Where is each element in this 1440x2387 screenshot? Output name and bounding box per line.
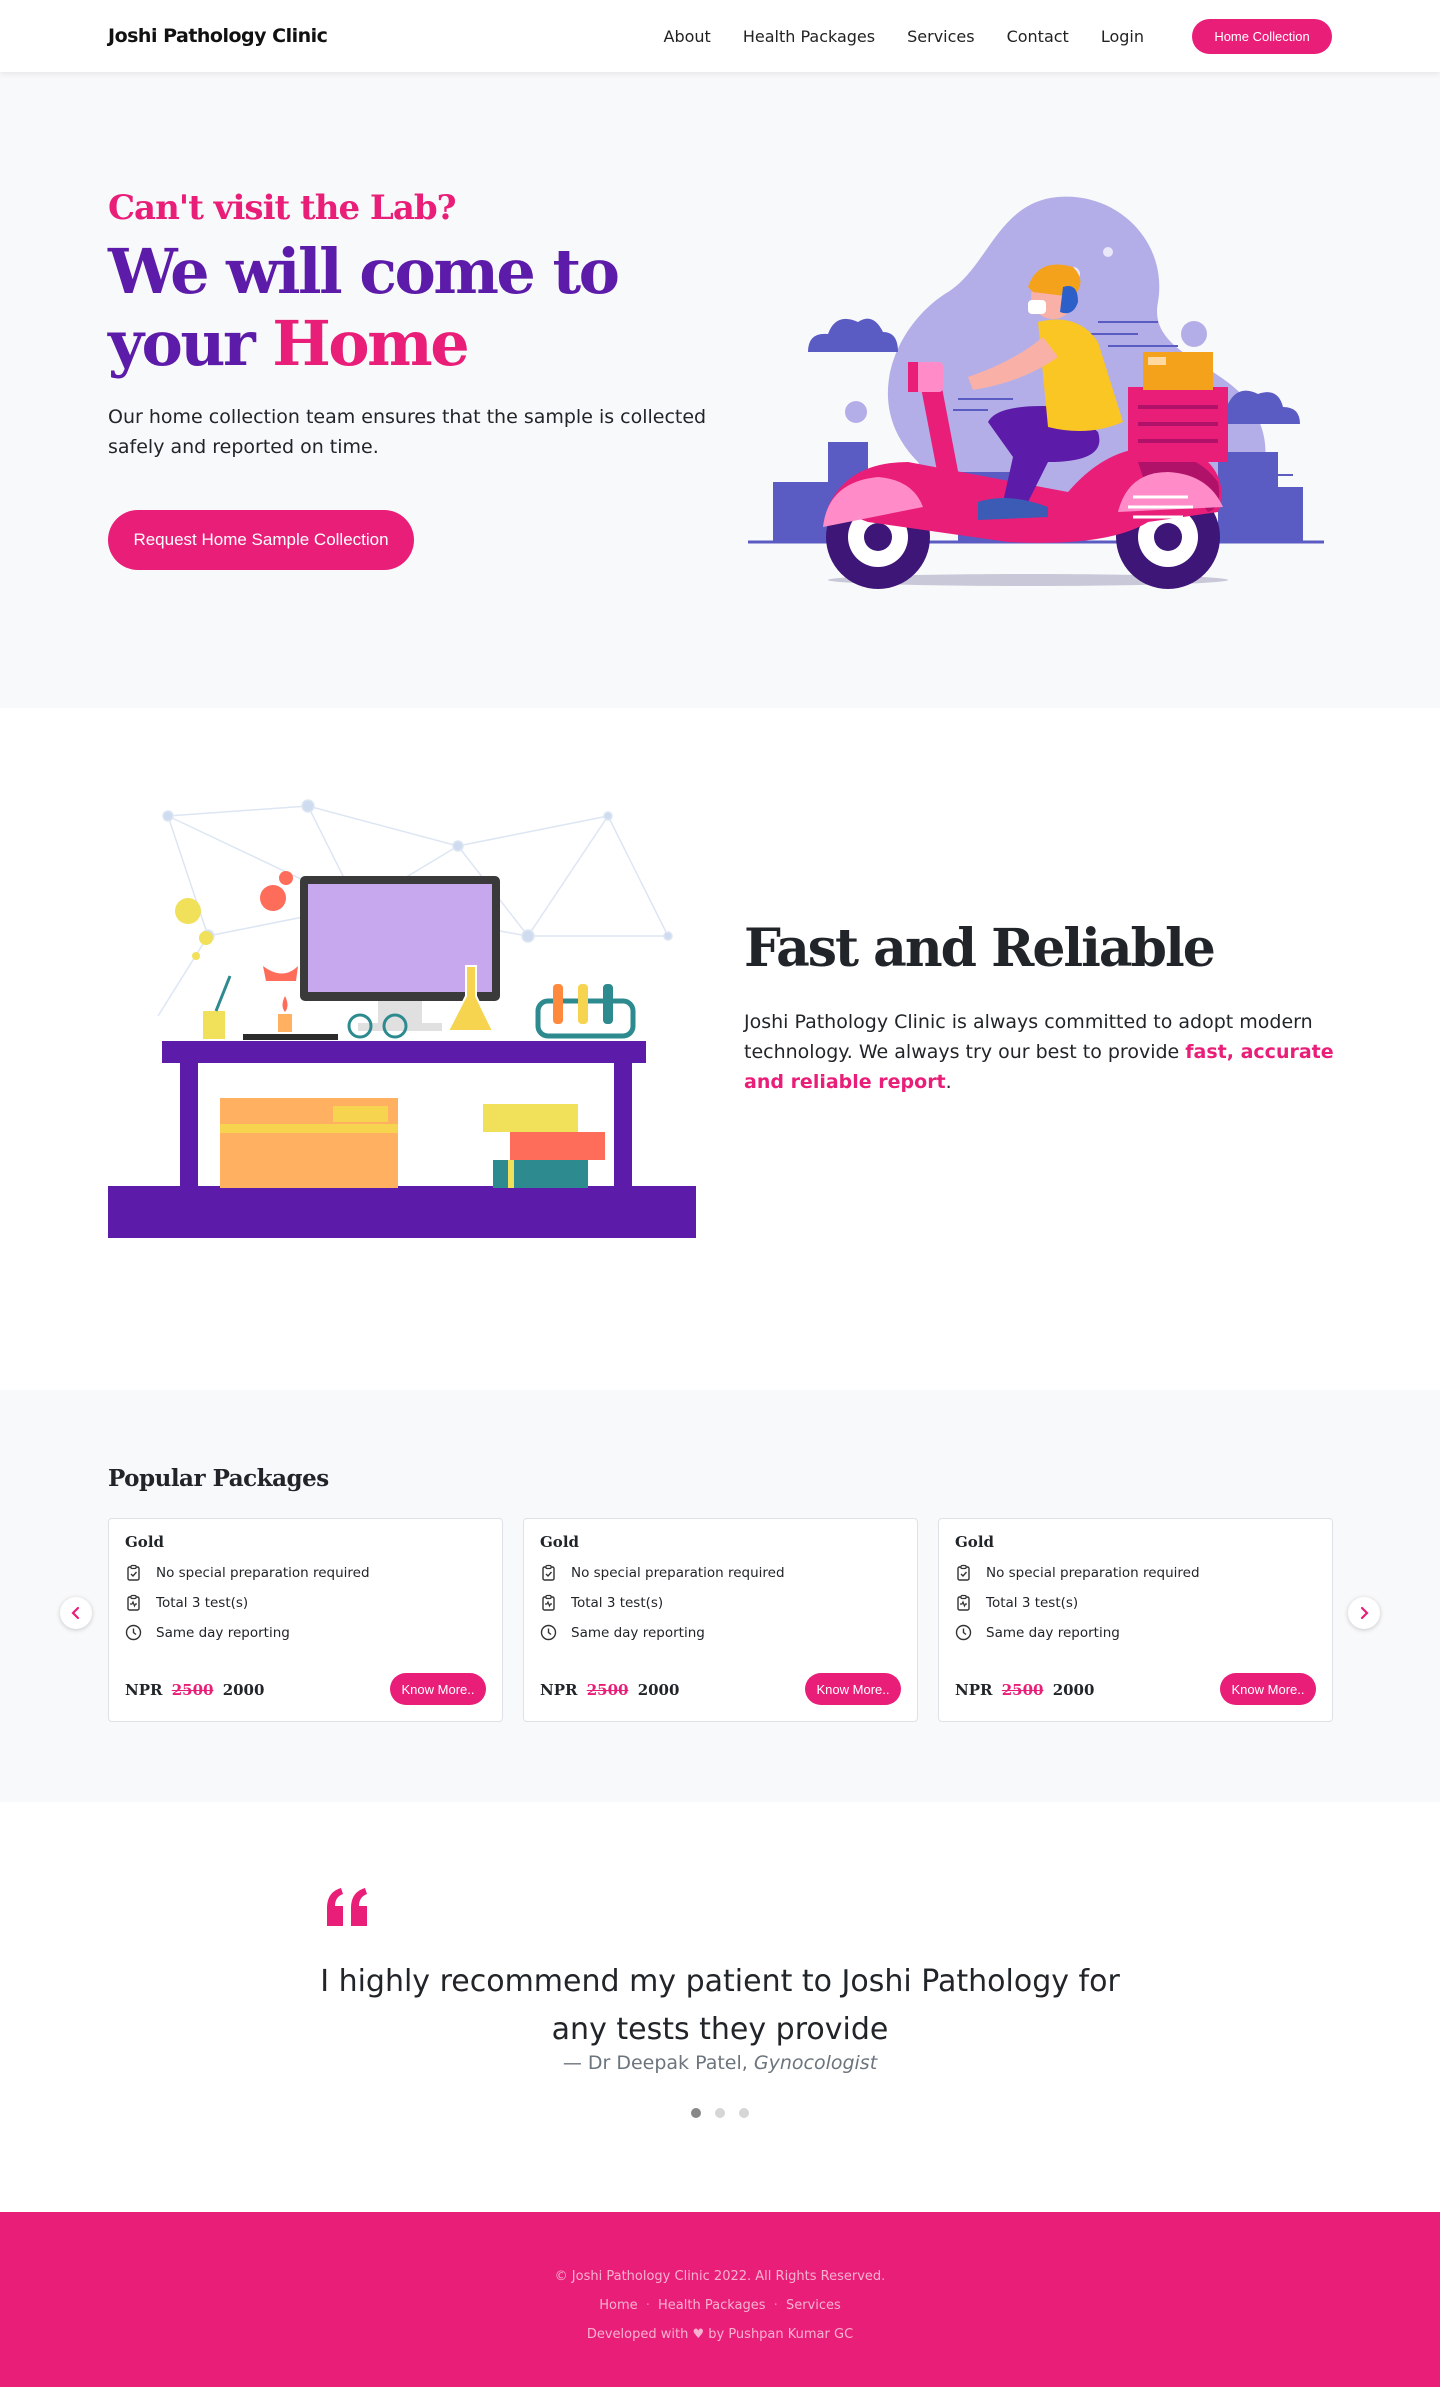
chevron-left-icon [71, 1606, 80, 1620]
clock-icon [125, 1624, 142, 1641]
package-price: NPR 2500 2000 [125, 1681, 264, 1699]
hero-title-highlight: Home [272, 307, 469, 380]
carousel-dot[interactable] [739, 2108, 749, 2118]
footer-copyright: © Joshi Pathology Clinic 2022. All Right… [554, 2269, 886, 2284]
fast-reliable-section: Fast and Reliable Joshi Pathology Clinic… [0, 708, 1440, 1390]
nav-contact[interactable]: Contact [1007, 27, 1069, 46]
testimonial-quote: I highly recommend my patient to Joshi P… [320, 1964, 1120, 2047]
feature-text: Same day reporting [156, 1624, 290, 1641]
chevron-right-icon [1360, 1606, 1369, 1620]
price-old: 2500 [586, 1681, 629, 1699]
carousel-indicators [108, 2108, 1332, 2118]
hero-section: Can't visit the Lab? We will come to you… [0, 72, 1440, 708]
clock-icon [540, 1624, 557, 1641]
nav-login[interactable]: Login [1101, 27, 1144, 46]
package-card: Gold No special preparation required Tot… [938, 1518, 1333, 1722]
quote-icon [323, 1886, 373, 1932]
nav-links: About Health Packages Services Contact L… [632, 18, 1332, 54]
request-sample-button[interactable]: Request Home Sample Collection [108, 510, 414, 570]
package-price: NPR 2500 2000 [540, 1681, 679, 1699]
clock-icon [955, 1624, 972, 1641]
footer-link-home[interactable]: Home [599, 2298, 637, 2313]
feature-text: No special preparation required [986, 1564, 1200, 1581]
footer-separator: · [773, 2298, 778, 2313]
hero-title-line1: We will come to [108, 235, 620, 308]
brand-logo[interactable]: Joshi Pathology Clinic [108, 25, 328, 47]
package-feature: Same day reporting [125, 1624, 486, 1641]
package-price: NPR 2500 2000 [955, 1681, 1094, 1699]
nav-services[interactable]: Services [907, 27, 974, 46]
clipboard-check-icon [955, 1564, 972, 1581]
package-card: Gold No special preparation required Tot… [108, 1518, 503, 1722]
testimonial-section: I highly recommend my patient to Joshi P… [0, 1802, 1440, 2212]
nav-health-packages[interactable]: Health Packages [743, 27, 875, 46]
price-current: 2000 [637, 1681, 680, 1699]
hero-title: We will come to your Home [108, 236, 728, 380]
footer-links: Home · Health Packages · Services [0, 2291, 1440, 2320]
author-name: — Dr Deepak Patel, [562, 2052, 754, 2074]
package-card: Gold No special preparation required Tot… [523, 1518, 918, 1722]
testimonial-author: — Dr Deepak Patel, Gynocologist [108, 2052, 1332, 2074]
clipboard-pulse-icon [955, 1594, 972, 1611]
carousel-prev-button[interactable] [60, 1597, 92, 1629]
know-more-button[interactable]: Know More.. [1220, 1673, 1316, 1705]
package-feature: No special preparation required [955, 1564, 1316, 1581]
price-old: 2500 [1001, 1681, 1044, 1699]
footer-link-services[interactable]: Services [786, 2298, 841, 2313]
fast-desc-end: . [945, 1071, 952, 1093]
carousel-dot[interactable] [715, 2108, 725, 2118]
feature-text: No special preparation required [571, 1564, 785, 1581]
package-feature: Total 3 test(s) [540, 1594, 901, 1611]
fast-description: Joshi Pathology Clinic is always committ… [744, 1007, 1334, 1097]
clipboard-check-icon [125, 1564, 142, 1581]
packages-section: Popular Packages Gold No special prepara… [0, 1390, 1440, 1802]
package-feature: Same day reporting [955, 1624, 1316, 1641]
price-currency: NPR [955, 1681, 993, 1699]
fast-text: Fast and Reliable Joshi Pathology Clinic… [744, 918, 1334, 1097]
feature-text: Same day reporting [571, 1624, 705, 1641]
nav-about[interactable]: About [664, 27, 711, 46]
fast-title: Fast and Reliable [744, 918, 1216, 979]
feature-text: No special preparation required [156, 1564, 370, 1581]
delivery-scooter-illustration [748, 162, 1334, 612]
price-current: 2000 [222, 1681, 265, 1699]
hero-subtitle: Can't visit the Lab? [108, 188, 457, 228]
know-more-button[interactable]: Know More.. [805, 1673, 901, 1705]
package-title: Gold [955, 1533, 995, 1551]
know-more-button[interactable]: Know More.. [390, 1673, 486, 1705]
package-feature: No special preparation required [540, 1564, 901, 1581]
feature-text: Total 3 test(s) [986, 1594, 1079, 1611]
hero-title-line2: your [108, 307, 273, 380]
package-feature: Total 3 test(s) [125, 1594, 486, 1611]
hero-description: Our home collection team ensures that th… [108, 406, 707, 458]
package-feature: Same day reporting [540, 1624, 901, 1641]
footer-credit: Developed with ♥ by Pushpan Kumar GC [586, 2327, 854, 2342]
author-role: Gynocologist [753, 2052, 878, 2074]
hero-text: Can't visit the Lab? We will come to you… [108, 188, 728, 570]
feature-text: Same day reporting [986, 1624, 1120, 1641]
package-title: Gold [125, 1533, 165, 1551]
price-current: 2000 [1052, 1681, 1095, 1699]
home-collection-button[interactable]: Home Collection [1192, 18, 1332, 54]
price-currency: NPR [540, 1681, 578, 1699]
package-feature: Total 3 test(s) [955, 1594, 1316, 1611]
clipboard-pulse-icon [125, 1594, 142, 1611]
feature-text: Total 3 test(s) [571, 1594, 664, 1611]
price-old: 2500 [171, 1681, 214, 1699]
lab-desk-illustration [108, 786, 698, 1246]
footer-link-health-packages[interactable]: Health Packages [658, 2298, 765, 2313]
package-cards: Gold No special preparation required Tot… [108, 1518, 1333, 1722]
carousel-next-button[interactable] [1348, 1597, 1380, 1629]
feature-text: Total 3 test(s) [156, 1594, 249, 1611]
navbar: Joshi Pathology Clinic About Health Pack… [0, 0, 1440, 72]
package-feature: No special preparation required [125, 1564, 486, 1581]
package-title: Gold [540, 1533, 580, 1551]
carousel-dot[interactable] [691, 2108, 701, 2118]
price-currency: NPR [125, 1681, 163, 1699]
footer-separator: · [645, 2298, 650, 2313]
clipboard-check-icon [540, 1564, 557, 1581]
packages-heading: Popular Packages [108, 1465, 329, 1492]
clipboard-pulse-icon [540, 1594, 557, 1611]
footer: © Joshi Pathology Clinic 2022. All Right… [0, 2212, 1440, 2387]
